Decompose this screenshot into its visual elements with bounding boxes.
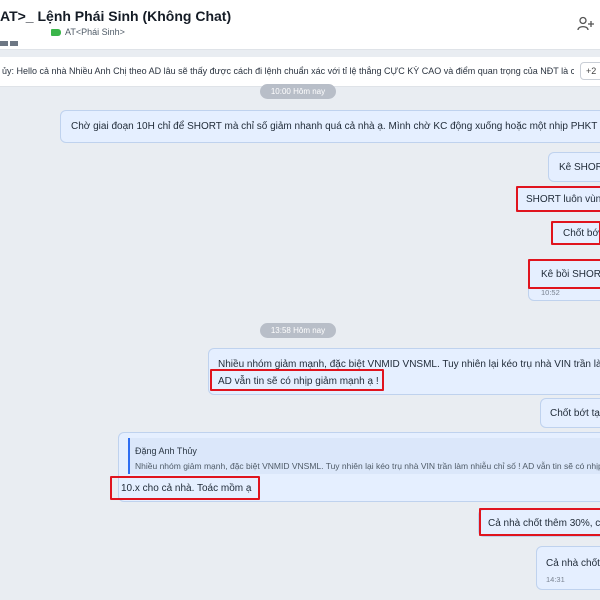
message-bubble[interactable]: Chốt bớt tạ xyxy=(540,398,600,428)
message-text: Chốt bớt xyxy=(563,228,600,239)
message-text-line1: Nhiều nhóm giảm mạnh, đặc biệt VNMID VNS… xyxy=(218,359,600,370)
quoted-text: Nhiều nhóm giảm mạnh, đặc biệt VNMID VNS… xyxy=(135,461,600,471)
message-bubble[interactable]: Kê SHORT xyxy=(548,152,600,182)
chat-tag-label: AT<Phái Sinh> xyxy=(65,27,125,37)
message-bubble[interactable]: Chốt bớt xyxy=(551,221,600,245)
message-time: 10:52 xyxy=(541,288,560,297)
time-divider: 10:00 Hôm nay xyxy=(260,84,336,99)
message-text: SHORT luôn vùng xyxy=(526,194,600,205)
message-text: Cả nhà chốt xyxy=(546,558,600,569)
message-text: 10.x cho cả nhà. Toác mồm ạ xyxy=(121,483,252,494)
message-bubble[interactable]: Kê bồi SHORT 10:52 xyxy=(528,259,600,301)
quoted-author: Đặng Anh Thủy xyxy=(135,446,197,456)
chat-title: AT>_ Lệnh Phái Sinh (Không Chat) xyxy=(0,8,232,24)
message-text: Chờ giai đoạn 10H chỉ để SHORT mà chỉ số… xyxy=(71,121,600,132)
message-text: Cả nhà chốt thêm 30%, có xyxy=(488,518,600,529)
message-time: 14:31 xyxy=(546,575,565,584)
pinned-message-bar[interactable]: ủy: Hello cả nhà Nhiều Anh Chị theo AD l… xyxy=(0,57,600,87)
add-member-icon[interactable] xyxy=(577,16,595,32)
chat-header: AT>_ Lệnh Phái Sinh (Không Chat) AT<Phái… xyxy=(0,0,600,50)
message-bubble[interactable]: SHORT luôn vùng xyxy=(516,186,600,212)
quoted-message[interactable]: Đặng Anh Thủy Nhiều nhóm giảm mạnh, đặc … xyxy=(128,438,600,474)
message-text: Chốt bớt tạ xyxy=(550,408,600,419)
message-bubble[interactable]: Cả nhà chốt 14:31 xyxy=(536,546,600,590)
chat-tag[interactable]: AT<Phái Sinh> xyxy=(51,27,125,37)
pinned-more-button[interactable]: +2 xyxy=(580,62,600,80)
message-bubble[interactable]: Chờ giai đoạn 10H chỉ để SHORT mà chỉ số… xyxy=(60,110,600,143)
message-text: Kê bồi SHORT xyxy=(541,269,600,280)
pinned-message-text: ủy: Hello cả nhà Nhiều Anh Chị theo AD l… xyxy=(2,66,574,76)
message-text-line2: AD vẫn tin sẽ có nhịp giảm mạnh ạ ! xyxy=(218,376,379,387)
message-text: Kê SHORT xyxy=(559,162,600,173)
message-bubble[interactable]: Nhiều nhóm giảm mạnh, đặc biệt VNMID VNS… xyxy=(208,348,600,395)
message-bubble[interactable]: Cả nhà chốt thêm 30%, có xyxy=(478,509,600,537)
member-avatars[interactable] xyxy=(0,33,22,46)
tag-icon xyxy=(51,28,61,36)
time-divider: 13:58 Hôm nay xyxy=(260,323,336,338)
